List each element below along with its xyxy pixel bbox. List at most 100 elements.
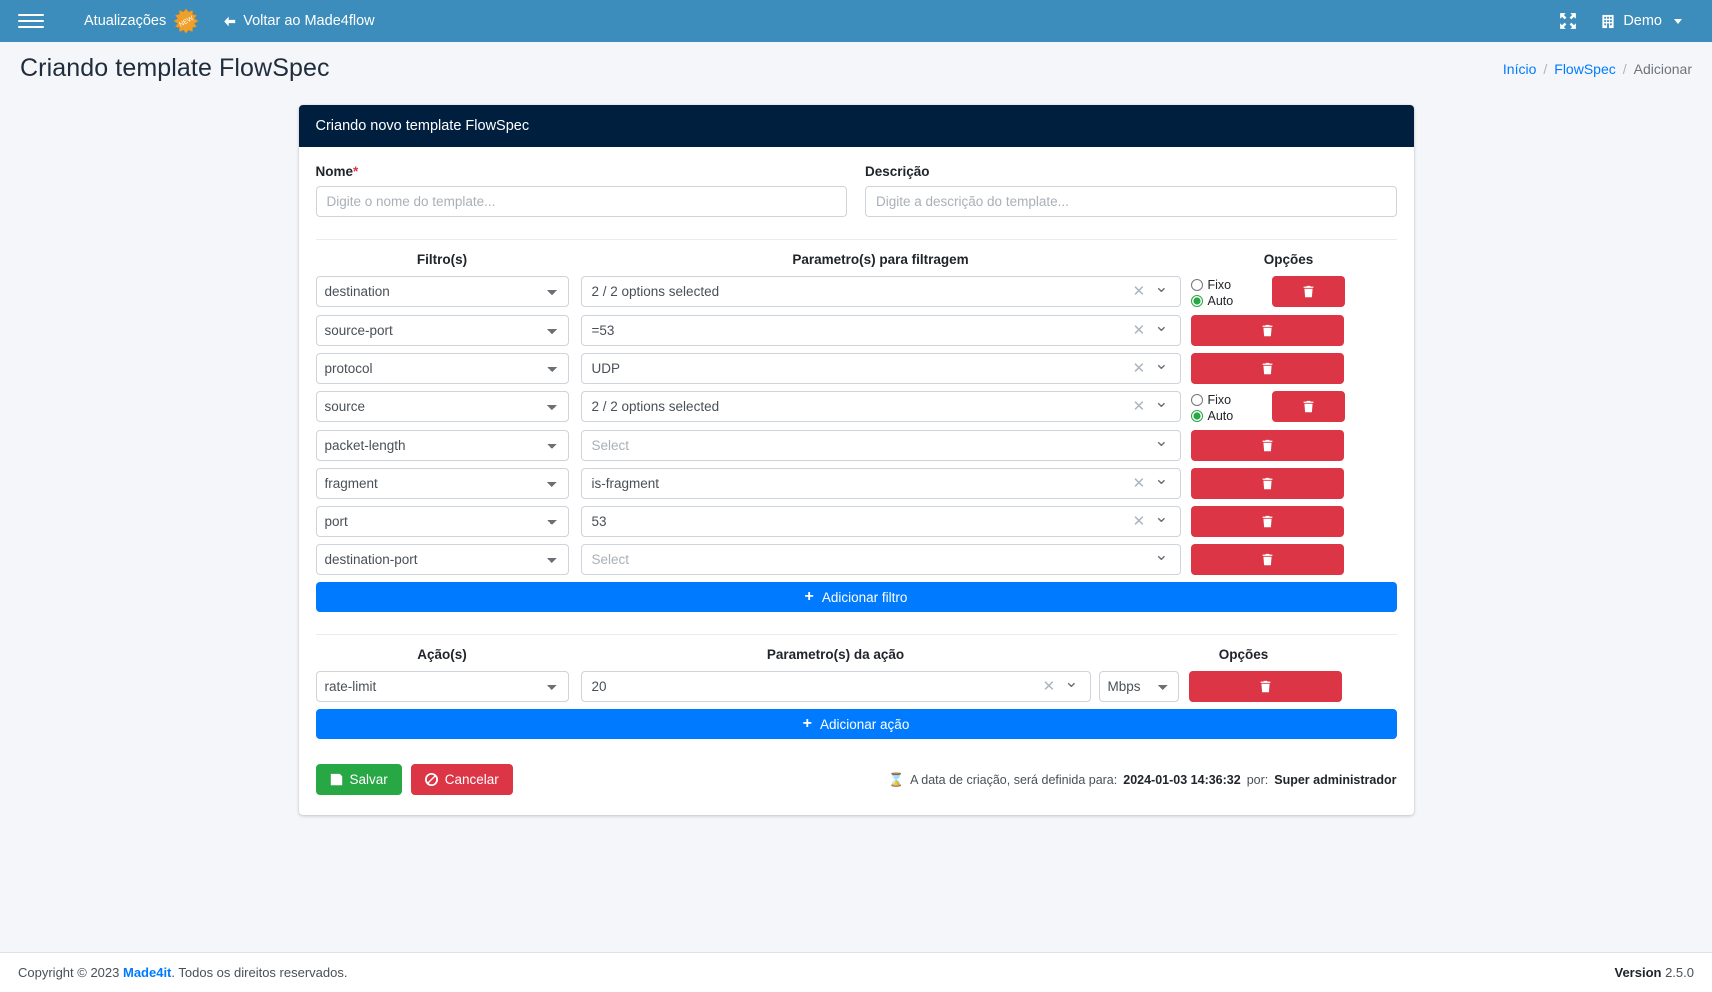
add-action-label: Adicionar ação [820, 716, 910, 732]
content-header: Criando template FlowSpec Início / FlowS… [0, 42, 1712, 95]
name-input[interactable] [315, 186, 847, 217]
placeholder-text: Select [591, 438, 630, 453]
clear-icon[interactable]: ✕ [1126, 284, 1153, 299]
delete-filter-button[interactable] [1190, 315, 1344, 346]
fullscreen-button[interactable] [1547, 0, 1589, 42]
clear-icon[interactable]: ✕ [1126, 476, 1153, 491]
filters-header-row: Filtro(s) Parametro(s) para filtragem Op… [316, 240, 1397, 276]
delete-filter-button[interactable] [1190, 353, 1344, 384]
trash-icon [1262, 553, 1272, 566]
filter-row: destinationsource-portprotocolsourcepack… [315, 468, 1397, 499]
filter-type-select[interactable]: destinationsource-portprotocolsourcepack… [315, 430, 569, 461]
filter-row: destinationsource-portprotocolsourcepack… [315, 315, 1397, 346]
selected-value: 20 [591, 679, 607, 694]
filter-row: destinationsource-portprotocolsourcepack… [315, 391, 1397, 423]
filter-options-cell [1181, 506, 1397, 537]
action-type-select[interactable]: rate-limitdiscardredirectmarksample [315, 671, 569, 702]
filter-param-select[interactable]: Select ⌄ [580, 544, 1181, 575]
filter-param-select[interactable]: Select ⌄ [580, 430, 1181, 461]
trash-icon [1262, 515, 1272, 528]
filter-param-select[interactable]: UDP ✕ ⌄ [580, 353, 1181, 384]
company-label: Demo [1623, 13, 1662, 29]
filter-options-cell [1181, 353, 1397, 384]
breadcrumb-separator: / [1622, 60, 1627, 77]
clear-icon[interactable]: ✕ [1126, 361, 1153, 376]
hamburger-icon[interactable] [18, 8, 44, 34]
action-param-select[interactable]: 20 ✕ ⌄ [580, 671, 1091, 702]
action-unit-select[interactable]: MbpsKbpsGbpspps [1098, 671, 1179, 702]
radio-auto-input[interactable] [1190, 410, 1203, 422]
back-to-made4flow-link[interactable]: Voltar ao Made4flow [211, 0, 386, 42]
chevron-down-icon[interactable]: ⌄ [1152, 546, 1173, 563]
clear-icon[interactable]: ✕ [1126, 323, 1153, 338]
filter-type-select[interactable]: destinationsource-portprotocolsourcepack… [315, 353, 569, 384]
filter-type-select[interactable]: destinationsource-portprotocolsourcepack… [315, 315, 569, 346]
chevron-down-icon[interactable]: ⌄ [1152, 432, 1173, 449]
radio-auto[interactable]: Auto [1190, 294, 1264, 308]
navbar-right: Demo [1547, 0, 1694, 42]
breadcrumb-item-flowspec[interactable]: FlowSpec [1554, 61, 1615, 77]
building-icon [1602, 14, 1614, 28]
trash-icon [1262, 477, 1272, 490]
filter-param-select[interactable]: is-fragment ✕ ⌄ [580, 468, 1181, 499]
chevron-down-icon[interactable]: ⌄ [1152, 317, 1173, 334]
filter-row: destinationsource-portprotocolsourcepack… [315, 506, 1397, 537]
chevron-down-icon[interactable]: ⌄ [1152, 393, 1173, 410]
chevron-down-icon[interactable]: ⌄ [1152, 470, 1173, 487]
brand-link[interactable]: Made4it [123, 965, 171, 980]
filter-type-select[interactable]: destinationsource-portprotocolsourcepack… [315, 506, 569, 537]
filter-type-select[interactable]: destinationsource-portprotocolsourcepack… [315, 391, 569, 422]
description-input[interactable] [865, 186, 1397, 217]
breadcrumb-item-inicio[interactable]: Início [1503, 61, 1536, 77]
filter-type-select[interactable]: destinationsource-portprotocolsourcepack… [315, 544, 569, 575]
delete-filter-button[interactable] [1271, 276, 1345, 307]
radio-fixo-label: Fixo [1207, 393, 1232, 407]
breadcrumb-separator: / [1543, 60, 1548, 77]
stamp-prefix: A data de criação, será definida para: [910, 772, 1118, 787]
card-body: Nome* Descrição Filtro(s) Parametro(s) p… [299, 147, 1414, 815]
filter-param-select[interactable]: 2 / 2 options selected ✕ ⌄ [580, 391, 1181, 422]
delete-filter-button[interactable] [1190, 430, 1344, 461]
filter-type-select[interactable]: destinationsource-portprotocolsourcepack… [315, 468, 569, 499]
delete-filter-button[interactable] [1190, 506, 1344, 537]
filter-type-select[interactable]: destinationsource-portprotocolsourcepack… [315, 276, 569, 307]
filter-param-select[interactable]: 2 / 2 options selected ✕ ⌄ [580, 276, 1181, 307]
radio-fixo-input[interactable] [1190, 394, 1203, 406]
clear-icon[interactable]: ✕ [1126, 514, 1153, 529]
chevron-down-icon[interactable]: ⌄ [1152, 508, 1173, 525]
radio-auto-input[interactable] [1190, 295, 1203, 307]
delete-filter-button[interactable] [1190, 544, 1344, 575]
creation-date-note: ⌛ A data de criação, será definida para:… [888, 772, 1397, 788]
radio-auto[interactable]: Auto [1190, 409, 1264, 423]
selected-value: 2 / 2 options selected [591, 399, 720, 414]
save-button[interactable]: Salvar [315, 764, 402, 795]
filter-row: destinationsource-portprotocolsourcepack… [315, 544, 1397, 575]
selected-value: is-fragment [591, 476, 660, 491]
trash-icon [1262, 362, 1272, 375]
cancel-button[interactable]: Cancelar [410, 764, 513, 795]
expand-icon [1560, 13, 1577, 29]
chevron-down-icon[interactable]: ⌄ [1062, 673, 1083, 690]
delete-filter-button[interactable] [1190, 468, 1344, 499]
copyright-prefix: Copyright © 2023 [18, 965, 120, 980]
plus-icon: + [804, 588, 814, 605]
company-dropdown[interactable]: Demo [1589, 0, 1694, 42]
clear-icon[interactable]: ✕ [1036, 679, 1063, 694]
chevron-down-icon[interactable]: ⌄ [1152, 355, 1173, 372]
add-action-button[interactable]: + Adicionar ação [315, 709, 1397, 739]
radio-fixo-input[interactable] [1190, 279, 1203, 291]
chevron-down-icon [1674, 18, 1682, 24]
chevron-down-icon[interactable]: ⌄ [1152, 278, 1173, 295]
plus-icon: + [802, 715, 813, 732]
updates-link[interactable]: Atualizações NEW [72, 0, 211, 42]
actions-col-header: Ação(s) [417, 647, 467, 662]
add-filter-button[interactable]: + Adicionar filtro [315, 582, 1397, 612]
clear-icon[interactable]: ✕ [1126, 399, 1153, 414]
description-field-group: Descrição [865, 164, 1397, 217]
radio-fixo[interactable]: Fixo [1190, 278, 1264, 292]
filter-param-select[interactable]: =53 ✕ ⌄ [580, 315, 1181, 346]
filter-param-select[interactable]: 53 ✕ ⌄ [580, 506, 1181, 537]
delete-filter-button[interactable] [1271, 391, 1345, 422]
delete-action-button[interactable] [1188, 671, 1342, 702]
radio-fixo[interactable]: Fixo [1190, 393, 1264, 407]
